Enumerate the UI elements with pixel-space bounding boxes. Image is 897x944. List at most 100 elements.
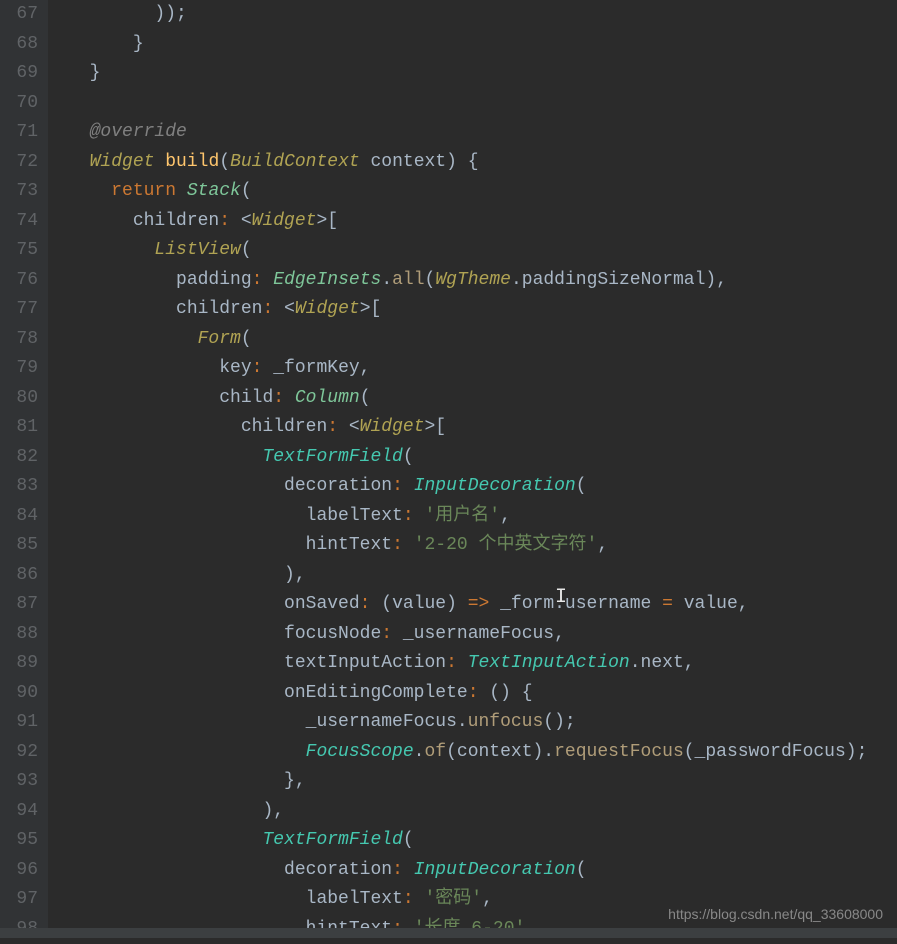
line-number: 86: [0, 561, 38, 591]
token-op: (context).: [446, 742, 554, 762]
token-punct: :: [381, 624, 392, 644]
code-line[interactable]: }: [68, 59, 897, 89]
token-op: (: [403, 447, 414, 467]
token-type: BuildContext: [230, 152, 360, 172]
token-param: labelText: [306, 889, 403, 909]
token-punct: :: [403, 506, 414, 526]
token-type: WgTheme: [435, 270, 511, 290]
token-op: >[: [360, 299, 382, 319]
token-teal: TextInputAction: [468, 653, 630, 673]
token-op: (: [219, 152, 230, 172]
token-op: [414, 506, 425, 526]
token-punct: :: [403, 889, 414, 909]
status-bar: [0, 928, 897, 938]
code-line[interactable]: ListView(: [68, 236, 897, 266]
line-number: 81: [0, 413, 38, 443]
code-line[interactable]: },: [68, 767, 897, 797]
code-line[interactable]: decoration: InputDecoration(: [68, 472, 897, 502]
code-line[interactable]: focusNode: _usernameFocus,: [68, 620, 897, 650]
token-punct: :: [252, 270, 263, 290]
code-line[interactable]: TextFormField(: [68, 826, 897, 856]
code-line[interactable]: [68, 89, 897, 119]
code-line[interactable]: child: Column(: [68, 384, 897, 414]
token-teal: TextFormField: [262, 447, 402, 467]
token-punct: :: [392, 860, 403, 880]
token-op: (: [241, 181, 252, 201]
code-line[interactable]: key: _formKey,: [68, 354, 897, 384]
line-number: 70: [0, 89, 38, 119]
token-method: unfocus: [468, 712, 544, 732]
line-number: 94: [0, 797, 38, 827]
token-param: textInputAction: [284, 653, 446, 673]
line-number: 78: [0, 325, 38, 355]
code-line[interactable]: Widget build(BuildContext context) {: [68, 148, 897, 178]
line-number-gutter: 6768697071727374757677787980818283848586…: [0, 0, 48, 938]
code-line[interactable]: return Stack(: [68, 177, 897, 207]
token-op: (_passwordFocus);: [684, 742, 868, 762]
token-op: (: [425, 270, 436, 290]
token-type2: EdgeInsets: [273, 270, 381, 290]
token-teal: TextFormField: [262, 830, 402, 850]
code-line[interactable]: padding: EdgeInsets.all(WgTheme.paddingS…: [68, 266, 897, 296]
code-editor[interactable]: 6768697071727374757677787980818283848586…: [0, 0, 897, 938]
code-line[interactable]: ),: [68, 797, 897, 827]
code-line[interactable]: ));: [68, 0, 897, 30]
line-number: 71: [0, 118, 38, 148]
token-punct: :: [219, 211, 230, 231]
line-number: 93: [0, 767, 38, 797]
token-op: [403, 535, 414, 555]
code-line[interactable]: _usernameFocus.unfocus();: [68, 708, 897, 738]
code-line[interactable]: children: <Widget>[: [68, 207, 897, 237]
token-type2: Stack: [187, 181, 241, 201]
line-number: 75: [0, 236, 38, 266]
token-teal: FocusScope: [306, 742, 414, 762]
token-param: decoration: [284, 860, 392, 880]
code-line[interactable]: @override: [68, 118, 897, 148]
token-method: all: [392, 270, 424, 290]
token-op: [176, 181, 187, 201]
code-line[interactable]: Form(: [68, 325, 897, 355]
code-line[interactable]: children: <Widget>[: [68, 295, 897, 325]
token-method: requestFocus: [554, 742, 684, 762]
line-number: 88: [0, 620, 38, 650]
token-punct: :: [392, 535, 403, 555]
code-line[interactable]: decoration: InputDecoration(: [68, 856, 897, 886]
code-line[interactable]: }: [68, 30, 897, 60]
token-op: <: [230, 211, 252, 231]
line-number: 82: [0, 443, 38, 473]
token-type: Form: [198, 329, 241, 349]
token-param: decoration: [284, 476, 392, 496]
token-op: >[: [424, 417, 446, 437]
code-line[interactable]: hintText: '2-20 个中英文字符',: [68, 531, 897, 561]
token-type: Widget: [295, 299, 360, 319]
token-op: .paddingSizeNormal),: [511, 270, 727, 290]
token-op: [414, 889, 425, 909]
line-number: 68: [0, 30, 38, 60]
token-punct: :: [360, 594, 371, 614]
token-op: _formKey,: [262, 358, 370, 378]
code-area[interactable]: )); } } @override Widget build(BuildCont…: [48, 0, 897, 938]
line-number: 87: [0, 590, 38, 620]
token-op: [154, 152, 165, 172]
token-op: _form.username: [489, 594, 662, 614]
token-op: [284, 388, 295, 408]
code-line[interactable]: ),: [68, 561, 897, 591]
token-op: ));: [154, 4, 186, 24]
token-param: padding: [176, 270, 252, 290]
line-number: 85: [0, 531, 38, 561]
token-op: },: [284, 771, 306, 791]
token-op: _usernameFocus.: [306, 712, 468, 732]
code-line[interactable]: onEditingComplete: () {: [68, 679, 897, 709]
token-op: (: [576, 860, 587, 880]
code-line[interactable]: textInputAction: TextInputAction.next,: [68, 649, 897, 679]
token-type: Widget: [252, 211, 317, 231]
code-line[interactable]: labelText: '用户名',: [68, 502, 897, 532]
code-line[interactable]: onSaved: (value) => _form.username = val…: [68, 590, 897, 620]
line-number: 67: [0, 0, 38, 30]
token-teal: InputDecoration: [414, 476, 576, 496]
token-param: hintText: [306, 535, 392, 555]
code-line[interactable]: TextFormField(: [68, 443, 897, 473]
token-op: <: [273, 299, 295, 319]
code-line[interactable]: FocusScope.of(context).requestFocus(_pas…: [68, 738, 897, 768]
code-line[interactable]: children: <Widget>[: [68, 413, 897, 443]
